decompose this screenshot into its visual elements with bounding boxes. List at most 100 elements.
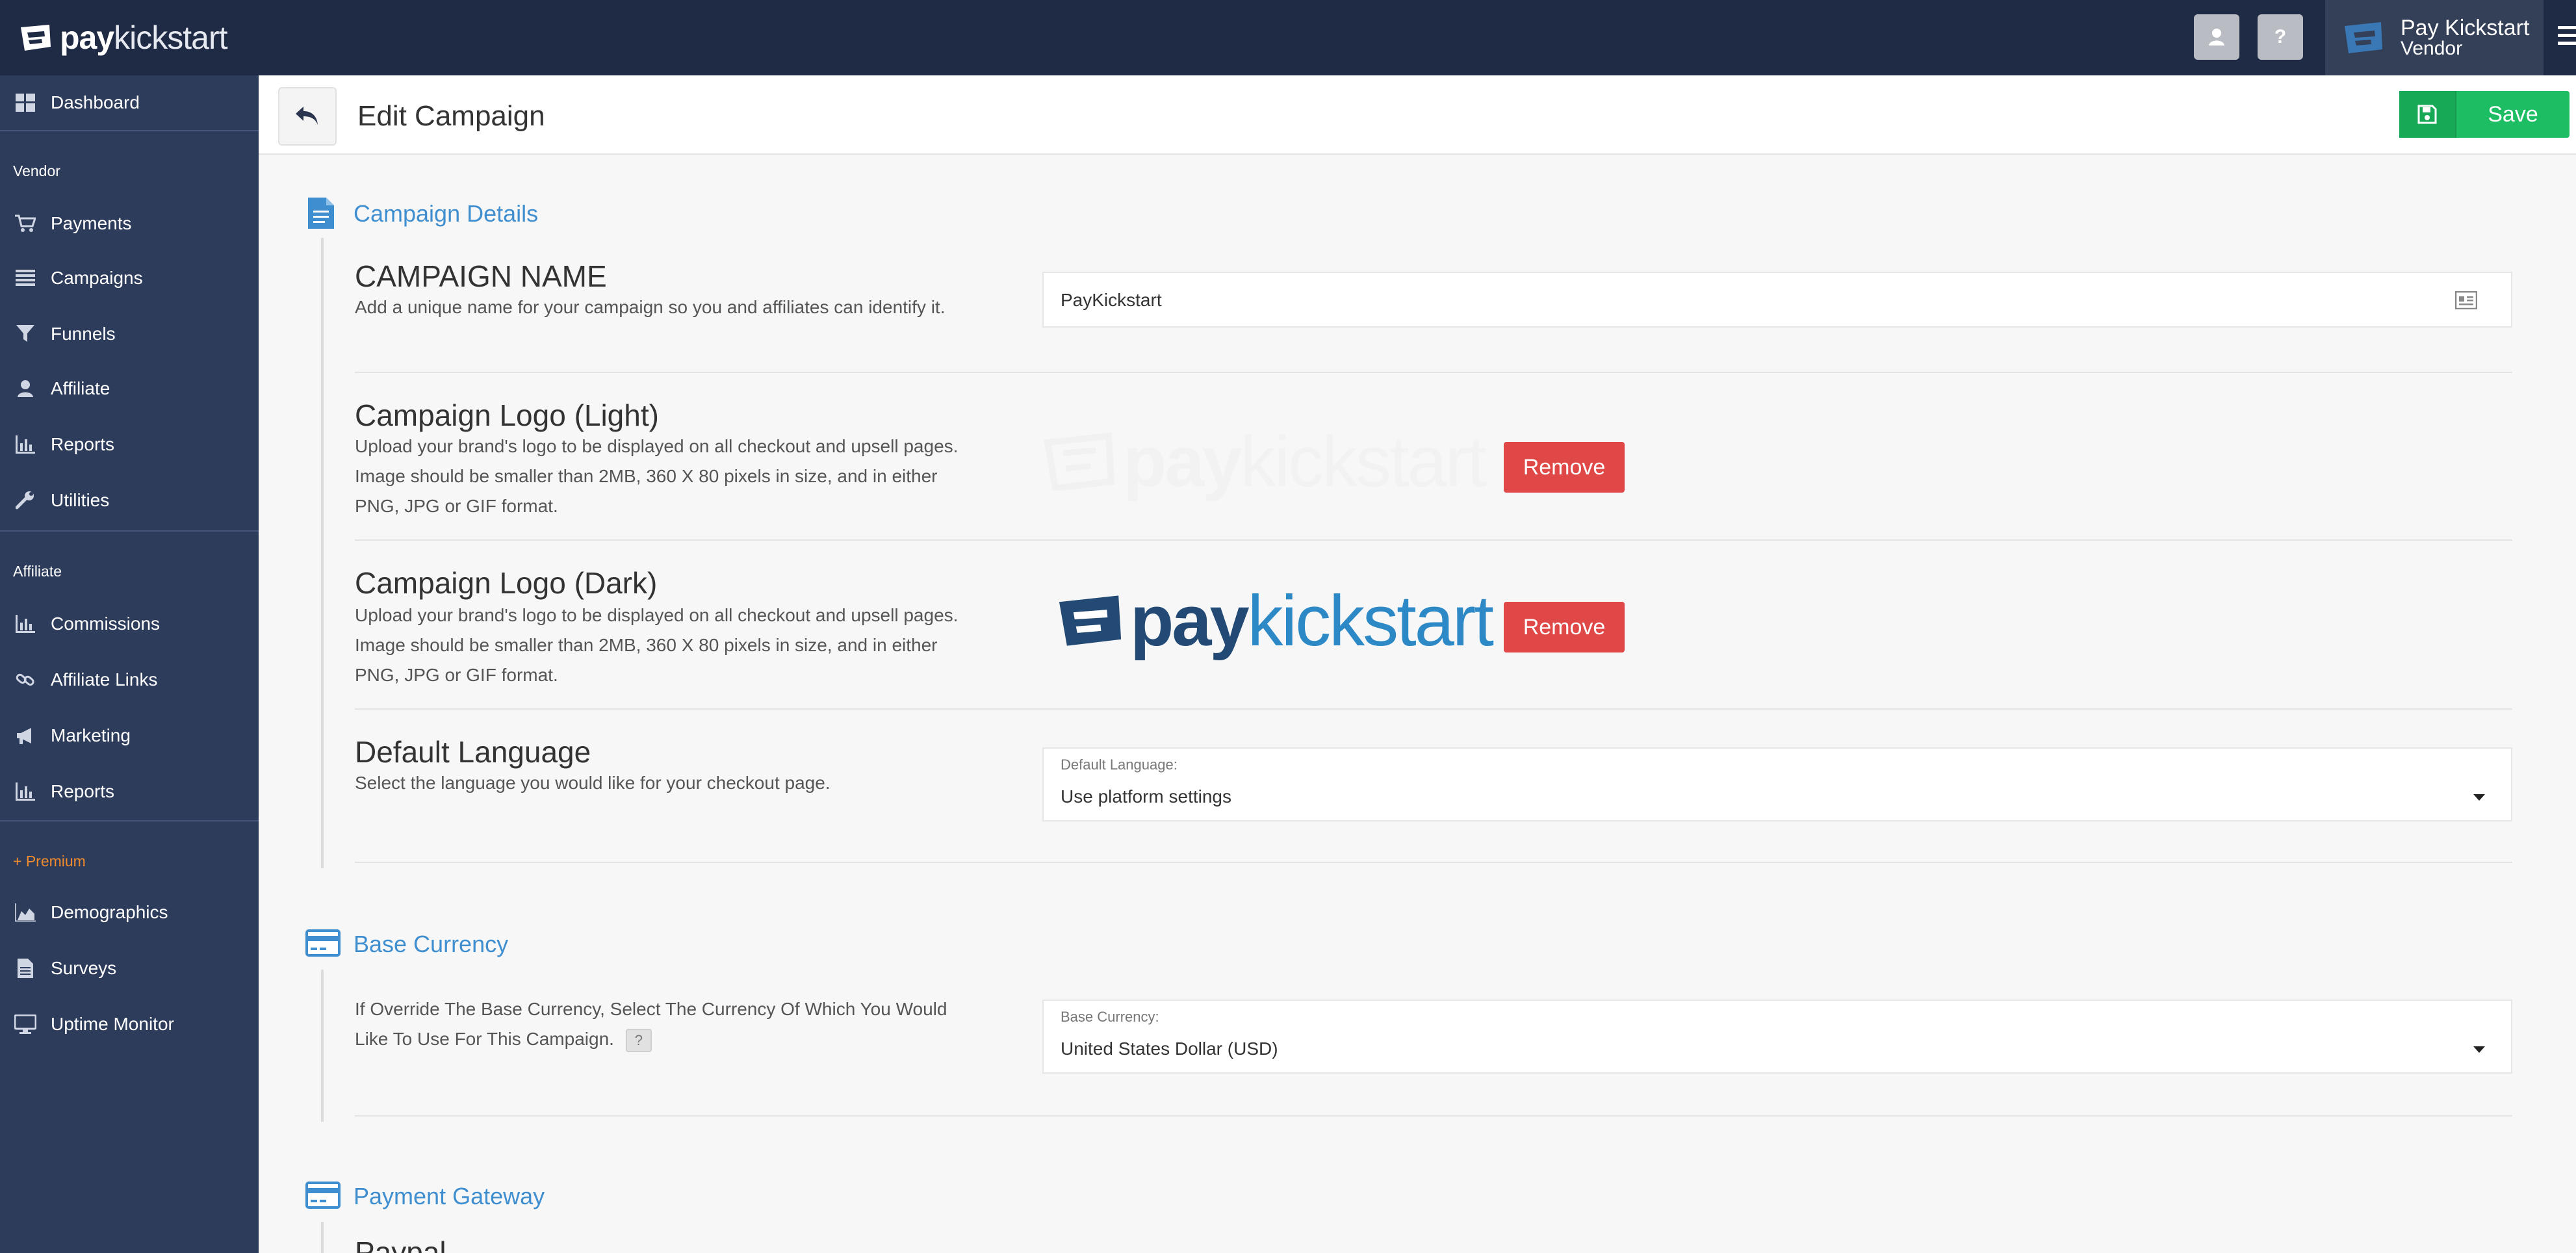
- account-logo-icon: [2345, 22, 2382, 53]
- floppy-disk-icon: [2399, 91, 2456, 138]
- section-title-payment-gateway: Payment Gateway: [354, 1183, 545, 1209]
- sidebar-item-label: Funnels: [51, 324, 116, 344]
- sidebar-divider: [0, 130, 259, 131]
- top-bar: paykickstart ? Pay Kickstart Vendor: [0, 0, 2576, 75]
- monitor-icon: [14, 1013, 36, 1035]
- help-button[interactable]: ?: [2258, 14, 2303, 60]
- sidebar-item-affiliate[interactable]: Affiliate: [0, 361, 259, 416]
- brand-logo[interactable]: paykickstart: [18, 17, 228, 58]
- remove-logo-light-button[interactable]: Remove: [1504, 442, 1625, 493]
- sidebar-divider: [0, 820, 259, 821]
- user-icon: [2209, 29, 2224, 45]
- sidebar-item-label: Affiliate Links: [51, 669, 158, 690]
- bar-chart-icon: [14, 433, 36, 456]
- sidebar-item-label: Reports: [51, 781, 115, 801]
- sidebar-heading-affiliate: Affiliate: [13, 563, 62, 580]
- section-title-campaign-details: Campaign Details: [354, 200, 539, 227]
- sidebar-item-utilities[interactable]: Utilities: [0, 473, 259, 528]
- sidebar-item-campaigns[interactable]: Campaigns: [0, 251, 259, 305]
- remove-logo-dark-button[interactable]: Remove: [1504, 602, 1625, 652]
- default-language-title: Default Language: [355, 735, 591, 769]
- sidebar-item-marketing[interactable]: Marketing: [0, 708, 259, 763]
- campaign-logo-dark-image: pay kickstart: [1057, 581, 1494, 661]
- brand-text-bold: pay: [60, 19, 114, 56]
- base-currency-label: Base Currency:: [1061, 1009, 1159, 1025]
- sidebar-item-label: Dashboard: [51, 92, 140, 112]
- campaign-name-value: PayKickstart: [1061, 290, 1162, 310]
- id-card-icon: [2455, 291, 2477, 309]
- base-currency-description: If Override The Base Currency, Select Th…: [355, 994, 979, 1054]
- megaphone-icon: [14, 725, 36, 747]
- user-button[interactable]: [2194, 14, 2239, 60]
- default-language-label: Default Language:: [1061, 756, 1178, 773]
- sidebar-item-affiliate-reports[interactable]: Reports: [0, 764, 259, 819]
- area-chart-icon: [14, 901, 36, 924]
- campaign-name-input[interactable]: PayKickstart: [1042, 272, 2512, 328]
- section-line: [321, 1222, 324, 1253]
- funnel-icon: [14, 323, 36, 345]
- help-button-label: ?: [2274, 26, 2287, 47]
- menu-icon[interactable]: [2558, 26, 2576, 48]
- sidebar-item-label: Commissions: [51, 614, 161, 634]
- chevron-down-icon: [2473, 794, 2485, 801]
- account-menu[interactable]: Pay Kickstart Vendor: [2325, 0, 2544, 75]
- sidebar-item-funnels[interactable]: Funnels: [0, 307, 259, 361]
- row-divider: [355, 1115, 2512, 1117]
- sidebar-item-surveys[interactable]: Surveys: [0, 941, 259, 996]
- account-name: Pay Kickstart: [2401, 16, 2530, 40]
- sidebar-item-commissions[interactable]: Commissions: [0, 597, 259, 651]
- sidebar-heading-vendor: Vendor: [13, 162, 60, 179]
- section-title-base-currency: Base Currency: [354, 931, 509, 957]
- back-button[interactable]: [278, 87, 337, 146]
- campaign-logo-light-image: pay kickstart: [1044, 422, 1492, 502]
- sidebar-item-label: Campaigns: [51, 268, 143, 288]
- bar-chart-icon: [14, 613, 36, 635]
- sidebar-item-label: Reports: [51, 434, 115, 454]
- sidebar-item-label: Payments: [51, 213, 132, 233]
- undo-arrow-icon: [296, 107, 318, 125]
- sidebar-item-uptime-monitor[interactable]: Uptime Monitor: [0, 997, 259, 1052]
- sidebar: Dashboard Vendor Payments Campaigns Funn…: [0, 75, 259, 1253]
- sidebar-item-affiliate-links[interactable]: Affiliate Links: [0, 652, 259, 707]
- save-button-label: Save: [2488, 101, 2538, 127]
- brand-text-light: kickstart: [114, 19, 227, 56]
- sidebar-heading-premium: + Premium: [13, 853, 86, 870]
- sidebar-item-label: Marketing: [51, 725, 131, 745]
- sidebar-item-reports[interactable]: Reports: [0, 417, 259, 472]
- base-currency-select[interactable]: Base Currency: United States Dollar (USD…: [1042, 1000, 2512, 1074]
- cart-icon: [14, 213, 36, 235]
- sidebar-item-label: Uptime Monitor: [51, 1014, 174, 1034]
- sidebar-item-demographics[interactable]: Demographics: [0, 885, 259, 940]
- help-badge[interactable]: ?: [625, 1028, 652, 1052]
- paykickstart-logo-icon: [21, 25, 51, 51]
- page-title: Edit Campaign: [357, 100, 545, 132]
- section-line: [321, 238, 324, 868]
- credit-card-icon: [305, 1182, 341, 1209]
- credit-card-icon: [305, 929, 341, 957]
- save-button[interactable]: Save: [2399, 91, 2570, 138]
- campaign-name-description: Add a unique name for your campaign so y…: [355, 297, 946, 317]
- default-language-value: Use platform settings: [1061, 786, 1231, 807]
- row-divider: [355, 372, 2512, 373]
- logo-dark-title: Campaign Logo (Dark): [355, 566, 658, 600]
- wrench-icon: [14, 489, 36, 511]
- logo-dark-description: Upload your brand's logo to be displayed…: [355, 605, 959, 685]
- paykickstart-logo-icon: [1044, 432, 1115, 491]
- sidebar-item-label: Surveys: [51, 958, 117, 978]
- sidebar-divider: [0, 530, 259, 532]
- row-divider: [355, 862, 2512, 863]
- sidebar-item-label: Affiliate: [51, 378, 110, 398]
- sidebar-item-label: Demographics: [51, 902, 168, 922]
- base-currency-value: United States Dollar (USD): [1061, 1039, 1278, 1059]
- account-role: Vendor: [2401, 38, 2463, 59]
- logo-light-description: Upload your brand's logo to be displayed…: [355, 436, 959, 516]
- page-header: Edit Campaign Save: [259, 75, 2576, 155]
- default-language-description: Select the language you would like for y…: [355, 773, 831, 793]
- paypal-title: Paypal: [355, 1237, 446, 1253]
- remove-button-label: Remove: [1523, 454, 1606, 480]
- default-language-select[interactable]: Default Language: Use platform settings: [1042, 747, 2512, 821]
- list-icon: [14, 267, 36, 289]
- paykickstart-logo-icon: [1059, 595, 1122, 646]
- sidebar-item-dashboard[interactable]: Dashboard: [0, 75, 259, 130]
- sidebar-item-payments[interactable]: Payments: [0, 196, 259, 251]
